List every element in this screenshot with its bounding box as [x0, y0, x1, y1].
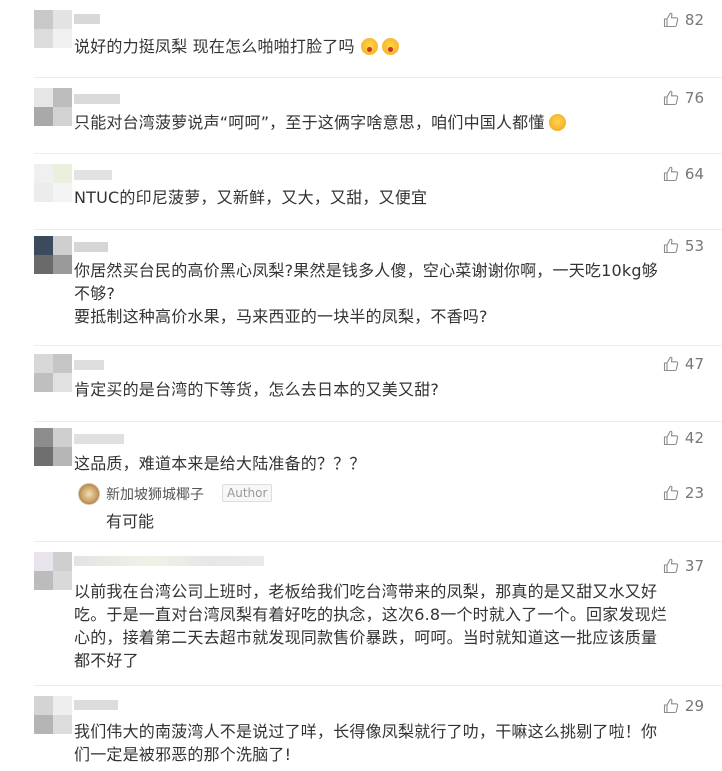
thumbs-up-icon [663, 698, 679, 714]
like-button[interactable]: 76 [663, 88, 704, 108]
avatar[interactable] [34, 428, 72, 466]
avatar[interactable] [34, 164, 72, 202]
comment-text: NTUC的印尼菠萝，又新鲜，又大，又甜，又便宜 [74, 188, 428, 207]
comment-item: 82 说好的力挺凤梨 现在怎么啪啪打脸了吗 [0, 0, 722, 78]
thumbs-up-icon [663, 238, 679, 254]
avatar[interactable] [34, 88, 72, 126]
comment-text: 这品质，难道本来是给大陆准备的？？？ [74, 454, 366, 473]
like-button[interactable]: 64 [663, 164, 704, 184]
reply-item: 新加坡狮城椰子 Author 23 有可能 [74, 480, 722, 532]
comment-item: 29 我们伟大的南菠湾人不是说过了咩，长得像凤梨就行了叻，干嘛这么挑剔了啦！你 … [0, 686, 722, 771]
avatar[interactable] [34, 236, 72, 274]
author-badge: Author [222, 484, 273, 502]
like-button[interactable]: 42 [663, 428, 704, 448]
username[interactable] [74, 434, 124, 444]
username[interactable] [74, 360, 104, 370]
username[interactable] [74, 170, 112, 180]
username[interactable] [74, 700, 118, 710]
like-button[interactable]: 82 [663, 10, 704, 30]
username[interactable] [74, 242, 108, 252]
like-button[interactable]: 23 [663, 483, 704, 503]
like-count: 82 [684, 11, 704, 29]
avatar[interactable] [78, 483, 100, 505]
username[interactable] [74, 94, 120, 104]
like-count: 64 [684, 165, 704, 183]
thumbs-up-icon [663, 485, 679, 501]
like-count: 37 [684, 557, 704, 575]
like-button[interactable]: 53 [663, 236, 704, 256]
username[interactable] [74, 14, 100, 24]
username[interactable] [74, 556, 264, 566]
like-count: 53 [684, 237, 704, 255]
comment-text: 以前我在台湾公司上班时，老板给我们吃台湾带来的凤梨，那真的是又甜又水又好 吃。于… [74, 582, 668, 670]
avatar[interactable] [34, 354, 72, 392]
like-count: 76 [684, 89, 704, 107]
like-button[interactable]: 29 [663, 696, 704, 716]
reply-text: 有可能 [106, 512, 155, 531]
like-button[interactable]: 47 [663, 354, 704, 374]
comment-text: 我们伟大的南菠湾人不是说过了咩，长得像凤梨就行了叻，干嘛这么挑剔了啦！你 们一定… [74, 722, 658, 764]
comment-item: 64 NTUC的印尼菠萝，又新鲜，又大，又甜，又便宜 [0, 154, 722, 230]
like-count: 23 [684, 484, 704, 502]
comment-text: 你居然买台民的高价黑心凤梨?果然是钱多人傻，空心菜谢谢你啊，一天吃10kg够 不… [74, 261, 658, 326]
like-button[interactable]: 37 [663, 556, 704, 576]
comment-text: 肯定买的是台湾的下等货，怎么去日本的又美又甜? [74, 380, 440, 399]
thumbs-up-icon [663, 558, 679, 574]
like-count: 47 [684, 355, 704, 373]
like-count: 29 [684, 697, 704, 715]
comment-item: 37 以前我在台湾公司上班时，老板给我们吃台湾带来的凤梨，那真的是又甜又水又好 … [0, 542, 722, 686]
thumbs-up-icon [663, 356, 679, 372]
thumbs-up-icon [663, 12, 679, 28]
comment-item: 47 肯定买的是台湾的下等货，怎么去日本的又美又甜? [0, 346, 722, 422]
avatar[interactable] [34, 10, 72, 48]
comment-item: 53 你居然买台民的高价黑心凤梨?果然是钱多人傻，空心菜谢谢你啊，一天吃10kg… [0, 230, 722, 346]
comment-item: 76 只能对台湾菠萝说声“呵呵”，至于这俩字啥意思，咱们中国人都懂 [0, 78, 722, 154]
comment-text: 只能对台湾菠萝说声“呵呵”，至于这俩字啥意思，咱们中国人都懂 [74, 111, 684, 134]
comment-text: 说好的力挺凤梨 现在怎么啪啪打脸了吗 [74, 35, 684, 58]
thinking-face-icon [548, 114, 566, 131]
avatar[interactable] [34, 552, 72, 590]
flushed-face-icon [381, 38, 399, 55]
thumbs-up-icon [663, 166, 679, 182]
comment-item: 42 这品质，难道本来是给大陆准备的？？？ 新加坡狮城椰子 Author 23 … [0, 422, 722, 542]
like-count: 42 [684, 429, 704, 447]
thumbs-up-icon [663, 90, 679, 106]
thumbs-up-icon [663, 430, 679, 446]
reply-username[interactable]: 新加坡狮城椰子 [106, 484, 204, 504]
flushed-face-icon [360, 38, 378, 55]
avatar[interactable] [34, 696, 72, 734]
